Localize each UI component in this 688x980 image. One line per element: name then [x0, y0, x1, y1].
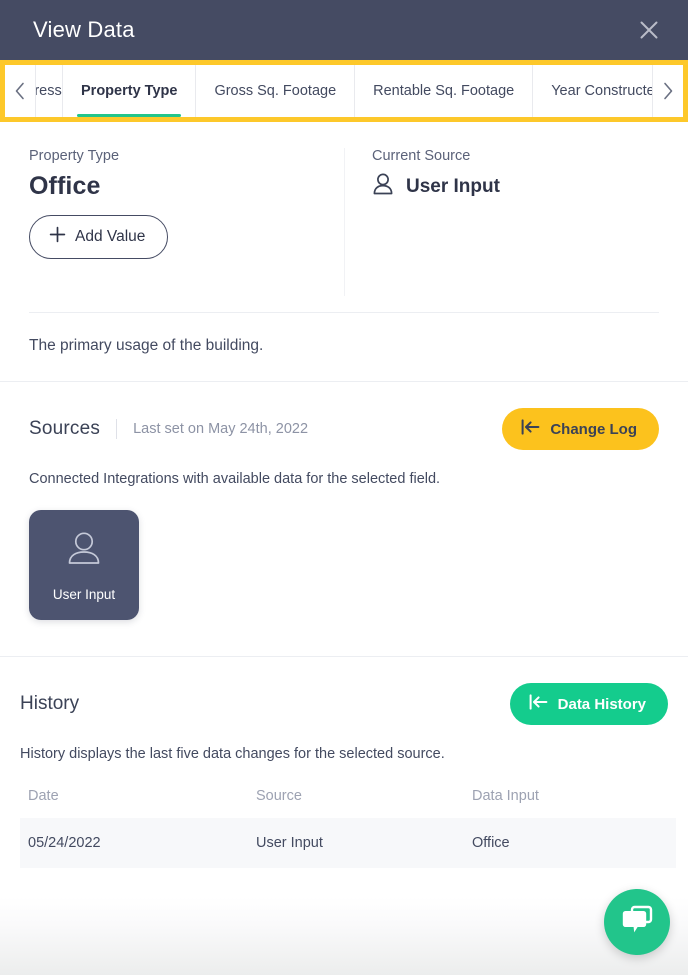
add-value-label: Add Value [75, 228, 146, 245]
page-backdrop [0, 897, 688, 975]
history-title: History [20, 693, 80, 714]
tab-bar-highlight: dress Property Type Gross Sq. Footage Re… [0, 60, 688, 122]
data-history-label: Data History [557, 695, 646, 713]
chat-widget-button[interactable] [604, 889, 670, 955]
cell-data-input: Office [472, 818, 676, 868]
sources-section: Sources Last set on May 24th, 2022 Chang… [0, 382, 688, 656]
history-description: History displays the last five data chan… [20, 746, 445, 762]
table-row[interactable]: 05/24/2022 User Input Office [20, 818, 676, 868]
sources-title: Sources [29, 418, 101, 439]
chevron-left-icon[interactable] [5, 65, 36, 117]
column-header-data-input: Data Input [472, 788, 539, 804]
field-description: The primary usage of the building. [29, 337, 264, 354]
tab-rentable-sq-footage[interactable]: Rentable Sq. Footage [355, 65, 534, 117]
tab-label: Property Type [81, 83, 178, 99]
column-header-source: Source [256, 788, 302, 804]
tab-year-constructed[interactable]: Year Constructed [533, 65, 652, 117]
source-card-label: User Input [52, 586, 116, 602]
source-card-user-input[interactable]: User Input [29, 510, 139, 620]
current-source-value-wrap: User Input [372, 172, 688, 202]
tab-label: Rentable Sq. Footage [373, 83, 515, 99]
user-icon [65, 529, 103, 574]
close-icon[interactable] [632, 13, 666, 47]
modal-header: View Data [0, 0, 688, 60]
current-source-value: User Input [406, 176, 500, 197]
current-source-column: Current Source User Input [344, 148, 688, 296]
table-header-row: Date Source Data Input [20, 788, 676, 818]
tab-gross-sq-footage[interactable]: Gross Sq. Footage [196, 65, 356, 117]
history-table: Date Source Data Input 05/24/2022 User I… [20, 788, 676, 868]
cell-source: User Input [256, 818, 472, 868]
history-section: History Data History History displays th… [0, 657, 688, 917]
modal-body: Property Type Office Add Value Current S… [0, 122, 688, 980]
sources-last-set: Last set on May 24th, 2022 [133, 421, 309, 437]
tab-label: Gross Sq. Footage [214, 83, 337, 99]
tab-property-type[interactable]: Property Type [63, 65, 197, 117]
change-log-button[interactable]: Change Log [502, 408, 659, 450]
data-history-button[interactable]: Data History [509, 683, 668, 725]
chevron-right-icon[interactable] [652, 65, 683, 117]
page-title: View Data [33, 17, 135, 42]
sources-description: Connected Integrations with available da… [29, 471, 441, 487]
change-log-label: Change Log [550, 420, 637, 438]
tab-label: Year Constructed [551, 83, 652, 99]
tab-scroll-container: dress Property Type Gross Sq. Footage Re… [36, 65, 652, 117]
chat-bubble-icon [620, 904, 654, 941]
column-header-date: Date [28, 788, 59, 804]
add-value-button[interactable]: Add Value [29, 215, 169, 259]
plus-icon [49, 226, 66, 248]
cell-date: 05/24/2022 [20, 818, 256, 868]
skip-back-icon [521, 419, 540, 439]
current-source-label: Current Source [372, 148, 471, 164]
field-label: Property Type [29, 148, 120, 164]
tab-address[interactable]: dress [36, 65, 63, 117]
sources-header: Sources Last set on May 24th, 2022 Chang… [29, 408, 659, 450]
header-separator [116, 419, 118, 439]
user-icon [372, 172, 394, 202]
field-value: Office [29, 172, 101, 200]
tab-label: dress [36, 83, 62, 99]
value-column: Property Type Office Add Value [0, 148, 344, 296]
tab-bar: dress Property Type Gross Sq. Footage Re… [5, 65, 683, 117]
source-card-list: User Input [29, 510, 659, 656]
value-source-row: Property Type Office Add Value Current S… [0, 122, 688, 296]
skip-back-icon [529, 694, 548, 714]
history-header: History Data History [20, 683, 668, 725]
